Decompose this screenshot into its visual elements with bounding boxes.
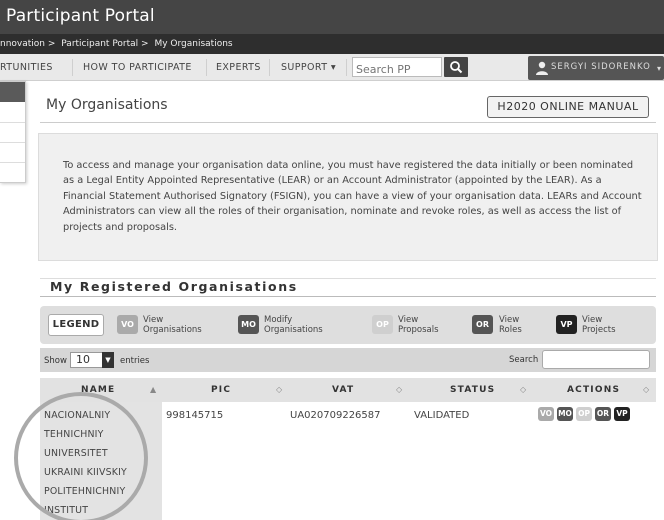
user-icon <box>536 61 548 75</box>
sort-ascending-icon[interactable]: ▲ <box>150 385 156 394</box>
user-name: SERGYI SIDORENKO <box>551 62 651 72</box>
title-divider <box>40 122 656 123</box>
column-header-pic[interactable]: PIC <box>211 385 231 395</box>
nav-item-experts[interactable]: EXPERTS <box>216 62 261 73</box>
legend-label-view-proposals: View Proposals <box>398 315 439 335</box>
portal-search-field[interactable] <box>352 57 442 79</box>
legend-badge-mo: MO <box>238 315 259 334</box>
table-header-row: NAME ▲ PIC ◇ VAT ◇ STATUS ◇ ACTIONS ◇ <box>40 378 656 402</box>
portal-search-input[interactable] <box>353 60 439 79</box>
nav-item-support[interactable]: SUPPORT ▾ <box>281 62 336 73</box>
sort-icon[interactable]: ◇ <box>276 385 282 394</box>
nav-item-how-to-participate[interactable]: HOW TO PARTICIPATE <box>83 62 192 73</box>
breadcrumb: nnovation > Participant Portal > My Orga… <box>0 34 664 54</box>
nav-item-opportunities[interactable]: RTUNITIES <box>0 62 53 73</box>
column-header-status[interactable]: STATUS <box>450 385 495 395</box>
table-controls: Show 10 ▼ entries Search <box>40 348 656 372</box>
legend-label-modify-organisations: Modify Organisations <box>264 315 323 335</box>
search-icon <box>450 61 463 74</box>
side-menu-panel[interactable] <box>0 81 26 183</box>
breadcrumb-item-innovation[interactable]: nnovation > <box>0 39 55 49</box>
table-search-label: Search <box>509 355 539 365</box>
portal-title[interactable]: Participant Portal <box>6 6 155 26</box>
view-organisation-action[interactable]: VO <box>538 407 554 421</box>
entries-label: entries <box>120 356 150 366</box>
nav-divider <box>72 59 73 76</box>
sort-icon[interactable]: ◇ <box>520 385 526 394</box>
vat-cell: UA020709226587 <box>290 410 381 421</box>
status-cell: VALIDATED <box>414 410 470 421</box>
breadcrumb-item-participant-portal[interactable]: Participant Portal > <box>61 39 148 49</box>
chevron-down-icon[interactable]: ▼ <box>102 352 114 368</box>
legend-bar: LEGEND VO View Organisations MO Modify Org… <box>40 306 656 344</box>
info-box: To access and manage your organisation d… <box>38 133 658 261</box>
legend-badge-op: OP <box>372 315 393 334</box>
side-menu-divider <box>0 162 25 163</box>
legend-badge-or: OR <box>472 315 493 334</box>
side-menu-divider <box>0 122 25 123</box>
legend-label-view-roles: View Roles <box>499 315 522 335</box>
chevron-down-icon: ▾ <box>657 64 662 73</box>
legend-title: LEGEND <box>48 314 104 336</box>
pic-cell: 998145715 <box>166 410 224 421</box>
side-menu-divider <box>0 142 25 143</box>
info-text: To access and manage your organisation d… <box>63 160 642 233</box>
sort-icon[interactable]: ◇ <box>396 385 402 394</box>
legend-label-view-projects: View Projects <box>582 315 616 335</box>
table-search-input[interactable] <box>542 350 650 369</box>
side-menu-header <box>0 82 25 102</box>
user-menu[interactable]: SERGYI SIDORENKO ▾ <box>528 56 664 80</box>
sort-icon[interactable]: ◇ <box>643 385 649 394</box>
column-header-vat[interactable]: VAT <box>332 385 354 395</box>
column-header-actions[interactable]: ACTIONS <box>567 385 620 395</box>
section-divider <box>40 296 656 297</box>
portal-header: Participant Portal <box>0 0 664 34</box>
view-roles-action[interactable]: OR <box>595 407 611 421</box>
show-label: Show <box>44 356 67 366</box>
modify-organisation-action[interactable]: MO <box>557 407 573 421</box>
breadcrumb-item-my-organisations: My Organisations <box>154 39 233 49</box>
nav-divider <box>269 59 270 76</box>
nav-divider <box>206 59 207 76</box>
legend-label-view-organisations: View Organisations <box>143 315 202 335</box>
section-title: My Registered Organisations <box>50 279 298 294</box>
search-button[interactable] <box>444 57 468 77</box>
online-manual-button[interactable]: H2020 ONLINE MANUAL <box>487 96 649 118</box>
highlight-circle <box>14 392 148 520</box>
view-projects-action[interactable]: VP <box>614 407 630 421</box>
legend-badge-vp: VP <box>556 315 577 334</box>
legend-badge-vo: VO <box>117 315 138 334</box>
page-title: My Organisations <box>46 97 168 113</box>
view-proposals-action[interactable]: OP <box>576 407 592 421</box>
nav-divider <box>346 59 347 76</box>
